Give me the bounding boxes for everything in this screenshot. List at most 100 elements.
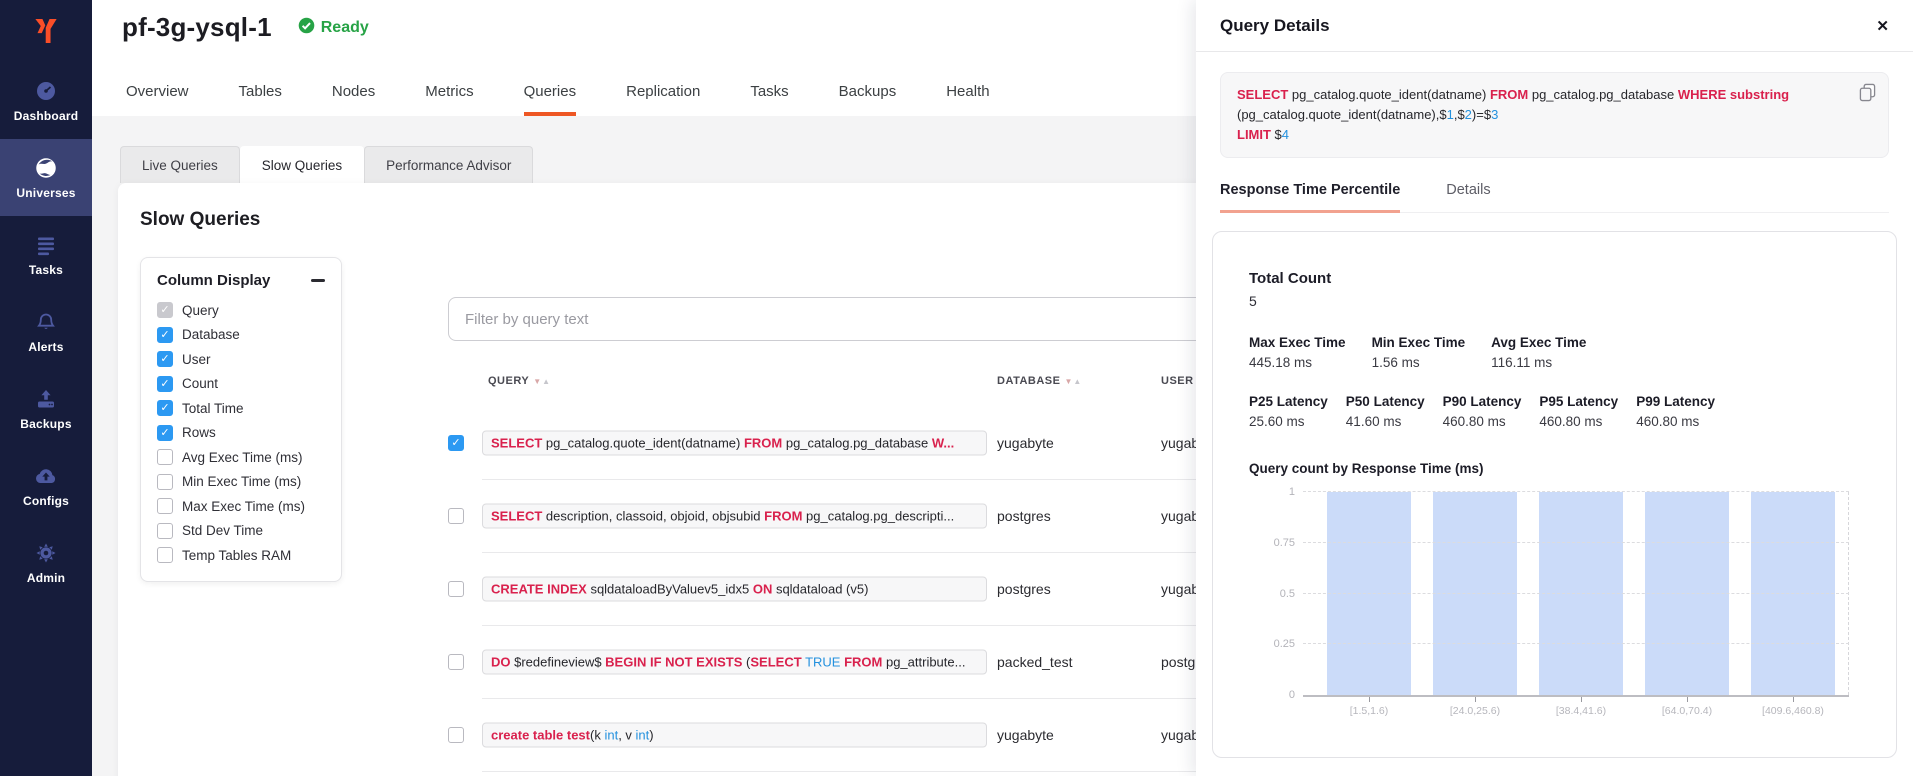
row-checkbox[interactable] [448,581,464,597]
column-option-user[interactable]: ✓User [157,351,325,367]
x-axis-tick [1687,697,1688,702]
stat-label: P95 Latency [1539,394,1618,409]
sidebar-item-dashboard[interactable]: Dashboard [0,62,92,139]
x-axis-tick [1581,697,1582,702]
query-chip[interactable]: create table test(k int, v int) [482,722,987,747]
column-option-label: Count [182,376,218,391]
tab-health[interactable]: Health [946,83,989,116]
sql-segment: sqldataloadByValuev5_idx5 [587,581,753,596]
page-title: pf-3g-ysql-1 [122,12,272,43]
percentile-card: Total Count 5 Max Exec Time445.18 msMin … [1212,231,1897,758]
row-checkbox[interactable]: ✓ [448,435,464,451]
checkbox[interactable]: ✓ [157,302,173,318]
close-icon[interactable]: ✕ [1876,17,1889,35]
column-header-query[interactable]: QUERY▼▲ [488,375,551,387]
column-option-query[interactable]: ✓Query [157,302,325,318]
checkbox[interactable]: ✓ [157,376,173,392]
column-option-label: Temp Tables RAM [182,548,291,563]
subtab-live-queries[interactable]: Live Queries [120,146,240,183]
column-option-rows[interactable]: ✓Rows [157,425,325,441]
checkbox[interactable] [157,449,173,465]
total-count-value: 5 [1249,293,1860,309]
sidebar-item-alerts[interactable]: Alerts [0,293,92,370]
sidebar-item-label: Backups [20,417,71,431]
tab-tasks[interactable]: Tasks [750,83,788,116]
column-option-std-dev-time[interactable]: Std Dev Time [157,523,325,539]
tab-metrics[interactable]: Metrics [425,83,473,116]
subtab-slow-queries[interactable]: Slow Queries [240,146,364,183]
sort-icon[interactable]: ▼▲ [1064,377,1082,386]
checkbox[interactable] [157,474,173,490]
column-option-temp-tables-ram[interactable]: Temp Tables RAM [157,547,325,563]
tab-backups[interactable]: Backups [839,83,897,116]
sidebar-item-tasks[interactable]: Tasks [0,216,92,293]
tab-replication[interactable]: Replication [626,83,700,116]
query-chip[interactable]: CREATE INDEX sqldataloadByValuev5_idx5 O… [482,576,987,601]
stat-label: P90 Latency [1443,394,1522,409]
tab-nodes[interactable]: Nodes [332,83,375,116]
checkbox[interactable] [157,523,173,539]
column-option-max-exec-time-ms[interactable]: Max Exec Time (ms) [157,498,325,514]
row-checkbox[interactable] [448,508,464,524]
column-header-database[interactable]: DATABASE▼▲ [997,375,1082,387]
checkbox[interactable] [157,498,173,514]
chart-gridline [1303,542,1849,543]
sql-segment: int [604,727,618,742]
column-option-database[interactable]: ✓Database [157,327,325,343]
x-axis-tick-label: [24.0,25.6) [1433,697,1517,717]
chart-gridline [1303,593,1849,594]
stat-max-exec-time: Max Exec Time445.18 ms [1249,335,1346,370]
dashboard-gauge-icon [34,78,58,104]
copy-icon[interactable] [1859,83,1876,108]
details-tab-details[interactable]: Details [1446,182,1490,213]
row-checkbox[interactable] [448,727,464,743]
checkbox[interactable]: ✓ [157,327,173,343]
column-option-label: Std Dev Time [182,523,263,538]
sql-segment: SELECT [1237,87,1288,102]
tab-queries[interactable]: Queries [524,83,577,116]
details-tab-response-time-percentile[interactable]: Response Time Percentile [1220,182,1400,213]
column-option-total-time[interactable]: ✓ Total Time [157,400,325,416]
yugabyte-logo[interactable] [0,0,92,62]
sql-segment: SELECT [750,654,801,669]
query-filter-input[interactable] [448,297,1248,341]
column-option-avg-exec-time-ms[interactable]: Avg Exec Time (ms) [157,449,325,465]
sidebar-item-backups[interactable]: Backups [0,370,92,447]
sql-segment: BEGIN IF NOT EXISTS [605,654,742,669]
query-chip[interactable]: SELECT description, classoid, objoid, ob… [482,503,987,528]
sidebar-item-label: Configs [23,494,69,508]
column-option-label: Total Time [182,401,244,416]
query-chip[interactable]: SELECT pg_catalog.quote_ident(datname) F… [482,430,987,455]
sidebar-item-universes[interactable]: Universes [0,139,92,216]
query-chip[interactable]: DO $redefineview$ BEGIN IF NOT EXISTS (S… [482,649,987,674]
subtab-performance-advisor[interactable]: Performance Advisor [364,146,533,183]
collapse-icon[interactable] [311,279,325,282]
sidebar-item-configs[interactable]: Configs [0,447,92,524]
sql-segment: FROM [844,654,882,669]
sql-segment: 2 [1465,107,1472,122]
chart-plot: 00.250.50.751 [1303,492,1849,697]
sql-segment: pg_catalog.pg_database [782,435,932,450]
database-cell: postgres [997,581,1051,597]
tab-tables[interactable]: Tables [239,83,282,116]
sql-segment: pg_attribute... [882,654,965,669]
tab-overview[interactable]: Overview [126,83,189,116]
sql-segment: CREATE INDEX [491,581,587,596]
stat-avg-exec-time: Avg Exec Time116.11 ms [1491,335,1586,370]
checkbox[interactable]: ✓ [157,351,173,367]
column-option-min-exec-time-ms[interactable]: Min Exec Time (ms) [157,474,325,490]
stat-value: 460.80 ms [1539,414,1618,429]
universe-tabs: Overview Tables Nodes Metrics Queries Replica… [126,83,990,116]
sql-statement-box: SELECT pg_catalog.quote_ident(datname) F… [1220,72,1889,158]
row-checkbox[interactable] [448,654,464,670]
sort-icon[interactable]: ▼▲ [533,377,551,386]
sidebar-item-admin[interactable]: Admin [0,524,92,601]
database-cell: postgres [997,508,1051,524]
check-circle-icon [298,17,315,39]
column-option-count[interactable]: ✓ Count [157,376,325,392]
x-axis-tick [1369,697,1370,702]
checkbox[interactable]: ✓ [157,400,173,416]
sql-segment: FROM [764,508,802,523]
checkbox[interactable] [157,547,173,563]
checkbox[interactable]: ✓ [157,425,173,441]
